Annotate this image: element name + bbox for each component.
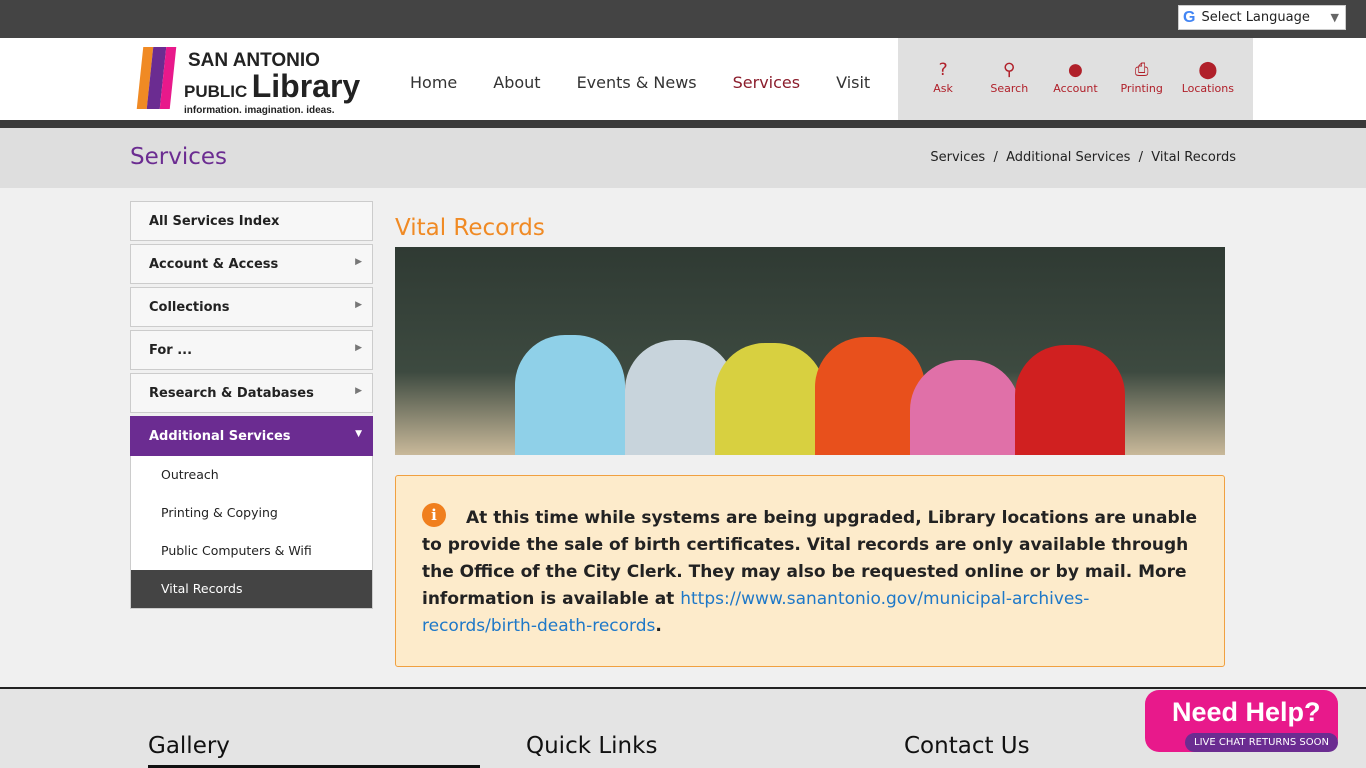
ask-icon: ? [938, 60, 948, 80]
sidebar-item-collections[interactable]: Collections ▶ [130, 287, 373, 327]
chevron-down-icon: ▼ [355, 429, 362, 439]
ask-button[interactable]: ? Ask [913, 60, 973, 120]
submenu-public-computers[interactable]: Public Computers & Wifi [131, 532, 372, 570]
nav-home[interactable]: Home [410, 73, 457, 92]
sidebar-item-research[interactable]: Research & Databases ▶ [130, 373, 373, 413]
printing-label: Printing [1120, 82, 1163, 95]
language-select[interactable]: G Select Language ▼ [1178, 5, 1346, 30]
breadcrumb-additional[interactable]: Additional Services [1006, 150, 1130, 165]
chevron-right-icon: ▶ [355, 343, 362, 353]
main-content: Vital Records i At this time while system… [395, 215, 1225, 667]
chevron-right-icon: ▶ [355, 300, 362, 310]
submenu-outreach[interactable]: Outreach [131, 456, 372, 494]
help-pill: LIVE CHAT RETURNS SOON [1185, 733, 1338, 752]
nav-services[interactable]: Services [733, 73, 800, 92]
utility-tools: ? Ask ⚲ Search ● Account ⎙ Printing ⬤ Locatio… [898, 38, 1253, 120]
search-button[interactable]: ⚲ Search [979, 60, 1039, 120]
footer-quick-links: Quick Links [526, 733, 658, 759]
breadcrumb-services[interactable]: Services [930, 150, 985, 165]
submenu-printing[interactable]: Printing & Copying [131, 494, 372, 532]
chevron-right-icon: ▶ [355, 257, 362, 267]
dropdown-arrow-icon: ▼ [1330, 11, 1339, 24]
sidebar-item-for[interactable]: For ... ▶ [130, 330, 373, 370]
page-title: Services [130, 144, 227, 170]
account-label: Account [1053, 82, 1098, 95]
nav-visit[interactable]: Visit [836, 73, 870, 92]
logo[interactable]: SAN ANTONIO PUBLIC Library information. … [136, 47, 360, 116]
language-label: Select Language [1201, 10, 1310, 25]
chevron-right-icon: ▶ [355, 386, 362, 396]
sidebar: All Services Index Account & Access ▶ Col… [130, 201, 373, 609]
logo-tagline: information. imagination. ideas. [184, 105, 335, 116]
locations-label: Locations [1181, 82, 1234, 95]
sidebar-submenu: Outreach Printing & Copying Public Compu… [130, 456, 373, 609]
logo-line2b: Library [251, 68, 361, 104]
notice-box: i At this time while systems are being up… [395, 475, 1225, 667]
footer-contact: Contact Us [904, 733, 1030, 759]
main-nav: Home About Events & News Services Visit [410, 73, 870, 92]
logo-line2a: PUBLIC [184, 82, 248, 101]
breadcrumb-current: Vital Records [1151, 150, 1236, 165]
logo-mark [136, 47, 180, 111]
title-bar: Services Services / Additional Services … [0, 128, 1366, 188]
breadcrumb: Services / Additional Services / Vital R… [930, 150, 1236, 165]
search-label: Search [990, 82, 1029, 95]
sidebar-item-all-services[interactable]: All Services Index [130, 201, 373, 241]
user-icon: ● [1068, 60, 1083, 80]
google-icon: G [1183, 8, 1196, 26]
ask-label: Ask [933, 82, 953, 95]
info-icon: i [422, 503, 446, 527]
nav-about[interactable]: About [493, 73, 540, 92]
printing-button[interactable]: ⎙ Printing [1112, 60, 1172, 120]
map-pin-icon: ⬤ [1198, 60, 1218, 80]
content-heading: Vital Records [395, 215, 545, 241]
nav-events[interactable]: Events & News [577, 73, 697, 92]
submenu-vital-records[interactable]: Vital Records [131, 570, 372, 608]
header: SAN ANTONIO PUBLIC Library information. … [0, 38, 1366, 120]
help-title: Need Help? [1172, 697, 1321, 727]
footer-gallery: Gallery [148, 733, 230, 759]
hero-image-children [395, 247, 1225, 455]
account-button[interactable]: ● Account [1045, 60, 1105, 120]
sidebar-item-additional-services[interactable]: Additional Services ▼ [130, 416, 373, 456]
need-help-chat-button[interactable]: Need Help? LIVE CHAT RETURNS SOON [1145, 690, 1338, 752]
top-bar: G Select Language ▼ [0, 0, 1366, 38]
locations-button[interactable]: ⬤ Locations [1178, 60, 1238, 120]
sidebar-item-account-access[interactable]: Account & Access ▶ [130, 244, 373, 284]
search-icon: ⚲ [1003, 60, 1016, 80]
printer-icon: ⎙ [1134, 60, 1149, 80]
divider [0, 120, 1366, 128]
